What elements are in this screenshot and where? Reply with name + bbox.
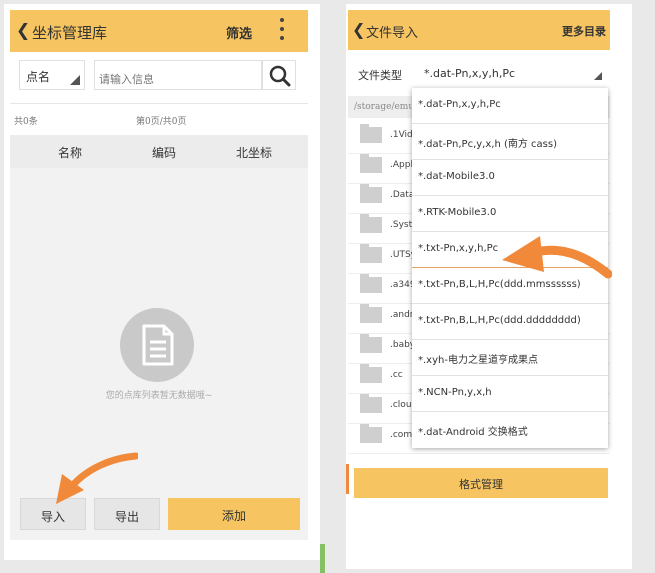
folder-icon <box>360 274 382 293</box>
more-options-icon[interactable] <box>278 18 286 44</box>
app-bar: ❮ 坐标管理库 筛选 <box>10 10 308 52</box>
count-info: 共0条 第0页/共0页 <box>14 114 304 127</box>
column-name: 名称 <box>58 146 83 160</box>
folder-icon <box>360 394 382 413</box>
file-type-label: 文件类型 <box>358 69 402 82</box>
search-input[interactable] <box>94 60 262 90</box>
folder-icon <box>360 364 382 383</box>
file-type-option[interactable]: *.dat-Android 交换格式 <box>412 412 608 448</box>
page-title: 坐标管理库 <box>32 24 108 42</box>
folder-icon <box>360 304 382 323</box>
folder-icon <box>360 424 382 443</box>
dropdown-arrow-icon <box>70 75 80 85</box>
search-bar: 点名 <box>10 52 308 104</box>
file-type-row[interactable]: 文件类型 *.dat-Pn,x,y,h,Pc <box>348 56 610 90</box>
total-count: 共0条 <box>14 117 38 127</box>
search-icon <box>269 65 291 87</box>
folder-icon <box>360 154 382 173</box>
file-type-option[interactable]: *.dat-Pn,x,y,h,Pc <box>412 88 608 124</box>
back-icon[interactable]: ❮ <box>16 21 30 41</box>
folder-icon <box>360 244 382 263</box>
file-type-option[interactable]: *.xyh-电力之星道亨成果点 <box>412 340 608 376</box>
pointer-arrow-icon <box>56 452 138 504</box>
search-button[interactable] <box>262 60 296 90</box>
page-title: 文件导入 <box>366 26 419 41</box>
folder-icon <box>360 214 382 233</box>
pointer-arrow-icon <box>502 236 612 279</box>
search-field-dropdown[interactable]: 点名 <box>19 60 85 90</box>
file-import-screen: ❮ 文件导入 更多目录 文件类型 *.dat-Pn,x,y,h,Pc /stor… <box>346 4 632 569</box>
more-directories-button[interactable]: 更多目录 <box>562 23 606 39</box>
back-icon[interactable]: ❮ <box>352 20 365 39</box>
column-code: 编码 <box>152 146 177 160</box>
app-bar: ❮ 文件导入 更多目录 <box>348 10 610 50</box>
format-manage-button[interactable]: 格式管理 <box>354 468 608 498</box>
file-type-option[interactable]: *.dat-Pn,Pc,y,x,h (南方 cass) <box>412 124 608 160</box>
page-info: 第0页/共0页 <box>136 117 187 127</box>
folder-icon <box>360 124 382 143</box>
add-button[interactable]: 添加 <box>168 498 300 530</box>
filter-button[interactable]: 筛选 <box>226 23 252 42</box>
dropdown-value: 点名 <box>26 70 51 84</box>
empty-message: 您的点库列表暂无数据哦~ <box>105 391 213 401</box>
column-north: 北坐标 <box>236 146 273 160</box>
file-type-option[interactable]: *.dat-Mobile3.0 <box>412 160 608 196</box>
dropdown-arrow-icon <box>594 72 602 80</box>
document-icon <box>120 308 194 382</box>
file-type-option[interactable]: *.txt-Pn,B,L,H,Pc(ddd.dddddddd) <box>412 304 608 340</box>
table-header: 名称 编码 北坐标 <box>10 135 308 168</box>
divider <box>320 544 325 573</box>
file-type-option[interactable]: *.NCN-Pn,y,x,h <box>412 376 608 412</box>
folder-icon <box>360 334 382 353</box>
folder-icon <box>360 184 382 203</box>
empty-state: 您的点库列表暂无数据哦~ <box>10 168 308 490</box>
point-library-screen: ❮ 坐标管理库 筛选 点名 共0条 第0页/共0页 名称 编码 北坐标 <box>4 4 320 560</box>
file-type-value: *.dat-Pn,x,y,h,Pc <box>424 67 516 80</box>
edge-indicator <box>346 464 349 494</box>
